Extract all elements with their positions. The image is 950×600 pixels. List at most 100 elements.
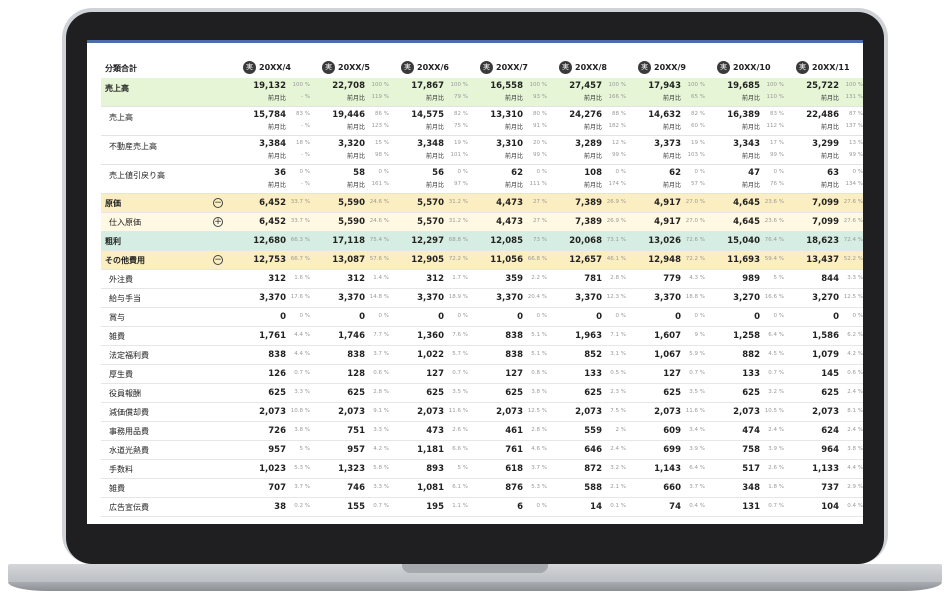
amount: 625 (268, 388, 286, 398)
mom-ratio: 99 % (849, 152, 863, 158)
value-cell: 872 3.2 % (553, 460, 631, 478)
mom-label: 前月比 (267, 95, 286, 102)
value-cell: 3,373 19 % 前月比 103 % (632, 136, 710, 164)
value-cell: 3,289 12 % 前月比 99 % (553, 136, 631, 164)
value-cell: 1,323 5.8 % (316, 460, 394, 478)
actual-badge-icon: 実 (796, 61, 809, 74)
mom-label: 前月比 (820, 124, 839, 131)
ratio: 66.7 % (290, 256, 310, 262)
value-cell: 838 5.1 % (474, 346, 552, 364)
value-cell: 4,473 27 % (474, 194, 552, 212)
ratio: 6.4 % (768, 332, 784, 338)
ratio: 0 % (378, 169, 389, 175)
amount: 2,073 (496, 407, 523, 417)
amount: 6 (517, 502, 523, 512)
ratio: 5.8 % (373, 465, 389, 471)
amount: 2,073 (733, 407, 760, 417)
amount: 2,073 (417, 407, 444, 417)
row-label: 原価 (105, 199, 121, 208)
value-cell: 3,384 18 % 前月比 - % (237, 136, 315, 164)
amount: 3,310 (496, 139, 523, 149)
value-cell: 707 3.7 % (237, 479, 315, 497)
amount: 1,133 (812, 464, 839, 474)
value-cell: 618 3.7 % (474, 460, 552, 478)
value-cell: 957 5 % (237, 441, 315, 459)
table-row: 役員報酬 625 3.3 % 625 2.8 % 625 3.5 % 625 3.8 % 625 2… (101, 384, 863, 403)
value-cell: 2,073 10.5 % (711, 403, 789, 421)
actual-badge-icon: 実 (401, 61, 414, 74)
ratio: 5 % (773, 275, 784, 281)
mom-ratio: 111 % (529, 181, 547, 187)
value-cell: 3,370 14.8 % (316, 289, 394, 307)
amount: 758 (742, 445, 760, 455)
mom-label: 前月比 (425, 95, 444, 102)
amount: 882 (742, 350, 760, 360)
ratio: 0 % (694, 169, 705, 175)
table-row: 雑費 1,761 4.4 % 1,746 7.7 % 1,360 7.6 % 838 5.1 %… (101, 327, 863, 346)
amount: 989 (742, 274, 760, 284)
amount: 737 (821, 483, 839, 493)
value-cell: 19,132 100 % 前月比 - % (237, 78, 315, 106)
amount: 660 (663, 483, 681, 493)
ratio: 15 % (375, 140, 389, 146)
value-cell: 312 1.7 % (395, 270, 473, 288)
amount: 1,360 (417, 331, 444, 341)
ratio: 3.8 % (847, 446, 863, 452)
ratio: 0.6 % (373, 370, 389, 376)
value-cell: 5,590 24.6 % (316, 194, 394, 212)
mom-ratio: - % (301, 123, 310, 129)
amount: 312 (268, 274, 286, 284)
ratio: 2.8 % (610, 275, 626, 281)
value-cell: 4,645 23.6 % (711, 194, 789, 212)
expand-icon[interactable]: + (213, 217, 223, 227)
amount: 19,685 (727, 81, 760, 91)
value-cell: 13,026 72.6 % (632, 232, 710, 250)
table-row: 賞与 0 0 % 0 0 % 0 0 % 0 0 % 0 0 % 0 0 % 0 0 % 0 0 % (101, 308, 863, 327)
value-cell: 13,437 52.2 % (790, 251, 863, 269)
ratio: 3.3 % (373, 427, 389, 433)
value-cell: 838 5.1 % (474, 327, 552, 345)
amount: 707 (268, 483, 286, 493)
ratio: 4.4 % (294, 332, 310, 338)
ratio: 5.1 % (531, 351, 547, 357)
amount: 761 (505, 445, 523, 455)
value-cell: 17,118 75.4 % (316, 232, 394, 250)
value-cell: 4,917 27.0 % (632, 194, 710, 212)
value-cell: 15,784 83 % 前月比 - % (237, 107, 315, 135)
collapse-icon[interactable]: − (213, 255, 223, 265)
ratio: 13 % (849, 140, 863, 146)
amount: 2,073 (654, 407, 681, 417)
amount: 1,022 (417, 350, 444, 360)
collapse-icon[interactable]: − (213, 198, 223, 208)
mom-label: 前月比 (504, 95, 523, 102)
value-cell: 3,310 20 % 前月比 99 % (474, 136, 552, 164)
mom-label: 前月比 (820, 95, 839, 102)
amount: 474 (742, 426, 760, 436)
amount: 19,132 (253, 81, 286, 91)
ratio: 0 % (852, 169, 863, 175)
table-header-row: 分類合計実 20XX/4 実 20XX/5 実 20XX/6 実 20XX/7 実 20XX/8 実… (101, 56, 863, 78)
ratio: 6.6 % (452, 446, 468, 452)
mom-ratio: 110 % (766, 94, 784, 100)
mom-label: 前月比 (583, 124, 602, 131)
amount: 3,370 (575, 293, 602, 303)
ratio: 1.7 % (452, 275, 468, 281)
row-label: 法定福利費 (109, 351, 149, 360)
amount: 24,276 (569, 110, 602, 120)
table-row: 水道光熱費 957 5 % 957 4.2 % 1,181 6.6 % 761 4.6 % 646… (101, 441, 863, 460)
amount: 5,590 (338, 198, 365, 208)
value-cell: 625 3.3 % (237, 384, 315, 402)
value-cell: 660 3.7 % (632, 479, 710, 497)
amount: 4,645 (733, 198, 760, 208)
amount: 13,310 (490, 110, 523, 120)
ratio: 0 % (457, 169, 468, 175)
ratio: 0 % (299, 313, 310, 319)
value-cell: 12,753 66.7 % (237, 251, 315, 269)
row-label: 広告宣伝費 (109, 503, 149, 512)
ratio: 12.3 % (606, 294, 626, 300)
value-cell: 63 0 % 前月比 134 % (790, 165, 863, 193)
ratio: 0.7 % (689, 370, 705, 376)
mom-ratio: 137 % (845, 123, 863, 129)
amount: 2,073 (259, 407, 286, 417)
ratio: 5.3 % (531, 484, 547, 490)
